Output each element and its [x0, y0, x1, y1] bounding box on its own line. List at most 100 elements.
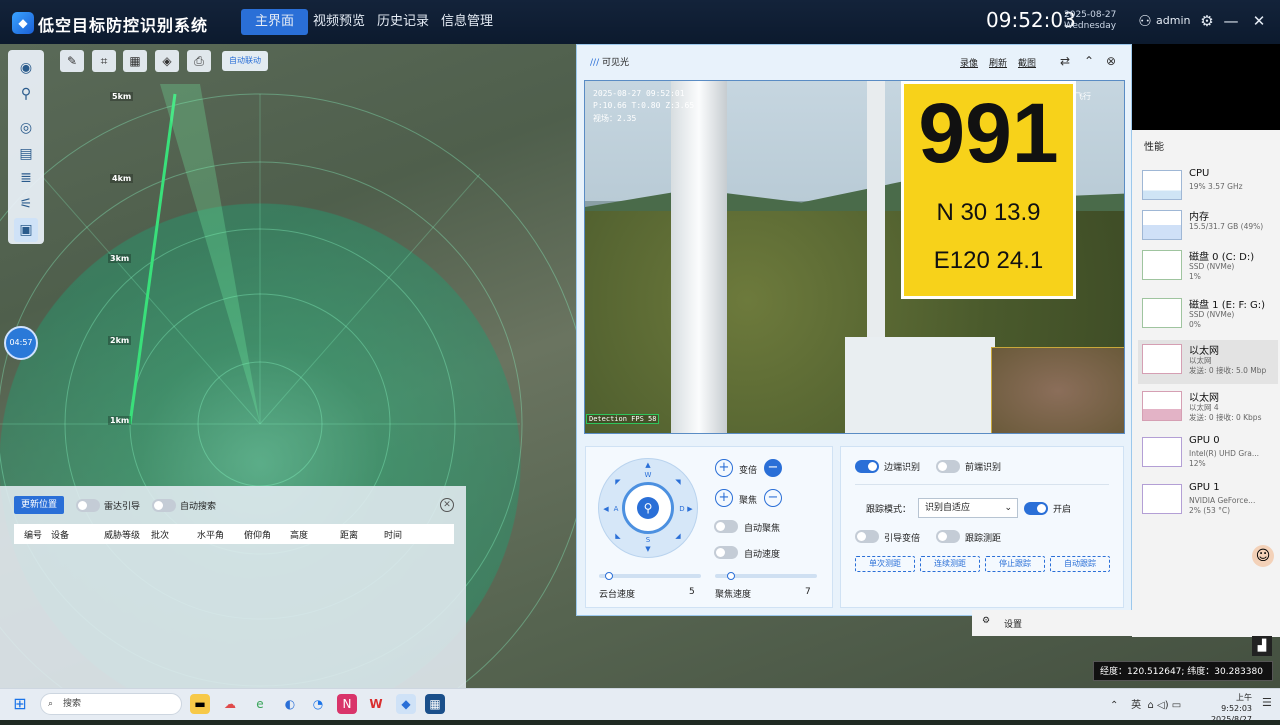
perf-settings[interactable]: ⚙ 设置 — [972, 610, 1132, 636]
perf-item-cpu[interactable]: CPU 19% 3.57 GHz — [1138, 166, 1278, 210]
continuous-range-button[interactable]: 连续测距 — [920, 556, 980, 572]
perf-item-disk0[interactable]: 磁盘 0 (C: D:) SSD (NVMe) 1% — [1138, 246, 1278, 290]
zoom-in-button[interactable]: + — [715, 459, 733, 477]
search-icon: ⌕ — [48, 699, 54, 709]
radar-icon[interactable]: ◉ — [14, 56, 38, 80]
focus-speed-slider[interactable] — [715, 572, 817, 580]
dir-upright-icon[interactable]: ◥ — [672, 478, 684, 486]
perf-name: 以太网 — [1189, 346, 1219, 357]
joystick-knob-icon[interactable]: ⚲ — [637, 497, 659, 519]
username[interactable]: admin — [1156, 14, 1190, 27]
edit-area-icon[interactable]: ▤ — [14, 142, 38, 166]
nav-video-preview[interactable]: 视频预览 — [307, 9, 371, 35]
stack-icon[interactable]: ◈ — [155, 50, 179, 72]
panel-close-icon[interactable]: ✕ — [440, 498, 454, 512]
perf-item-gpu1[interactable]: GPU 1 NVIDIA GeForce... 2% (53 °C) — [1138, 480, 1278, 524]
battery-icon[interactable]: ▭ — [1172, 700, 1181, 711]
focus-speed-knob[interactable] — [727, 572, 735, 580]
col-elevation: 俯仰角 — [244, 531, 272, 541]
guide-icon[interactable]: ⚲ — [14, 82, 38, 106]
auto-track-button[interactable]: 自动跟踪 — [1050, 556, 1110, 572]
chart-icon[interactable]: ▟ — [1252, 636, 1272, 656]
stop-track-button[interactable]: 停止跟踪 — [985, 556, 1045, 572]
auto-focus-toggle[interactable] — [714, 520, 738, 533]
track-enable-toggle[interactable] — [1024, 502, 1048, 515]
perf-sub: SSD (NVMe) 0% — [1189, 310, 1235, 329]
update-position-button[interactable]: 更新位置 — [14, 496, 64, 514]
media-app-icon[interactable]: N — [337, 694, 357, 714]
dir-up-icon[interactable]: ▲ — [642, 461, 654, 469]
settings-icon[interactable]: ⚙ — [1198, 12, 1216, 30]
ptz-speed-knob[interactable] — [605, 572, 613, 580]
perf-title: 性能 — [1144, 142, 1164, 153]
title-mark-icon: /// — [590, 58, 600, 68]
taskbar-clock[interactable]: 上午 9:52:03 2025/8/27 — [1208, 692, 1252, 725]
auto-search-toggle[interactable] — [152, 499, 176, 512]
edge-icon[interactable]: ◔ — [308, 694, 328, 714]
minimize-icon[interactable]: — — [1222, 12, 1240, 30]
collapse-icon[interactable]: ⌃ — [1082, 54, 1096, 68]
system-tray: ⌃ 英 ⌂ ◁) ▭ — [1110, 696, 1181, 711]
windows-start-icon[interactable]: ⊞ — [10, 694, 30, 714]
ptz-speed-label: 云台速度 — [599, 590, 636, 600]
file-explorer-icon[interactable]: ▬ — [190, 694, 210, 714]
single-range-button[interactable]: 单次测距 — [855, 556, 915, 572]
dir-w-label: W — [644, 471, 652, 479]
record-link[interactable]: 录像 — [960, 56, 978, 69]
perf-item-memory[interactable]: 内存 15.5/31.7 GB (49%) — [1138, 206, 1278, 250]
taskbar-search[interactable]: ⌕ 搜索 — [40, 693, 182, 715]
front-detect-toggle[interactable] — [936, 460, 960, 473]
nav-main[interactable]: 主界面 — [241, 9, 309, 35]
layers-icon[interactable]: ≣ — [14, 166, 38, 190]
video-close-icon[interactable]: ⊗ — [1104, 54, 1118, 68]
refresh-link[interactable]: 刷新 — [989, 56, 1007, 69]
dir-down-icon[interactable]: ▼ — [642, 545, 654, 553]
perf-item-disk1[interactable]: 磁盘 1 (E: F: G:) SSD (NVMe) 0% — [1138, 294, 1278, 338]
track-range-toggle[interactable] — [936, 530, 960, 543]
target-icon[interactable]: ◎ — [14, 116, 38, 140]
radar-guide-toggle[interactable] — [76, 499, 100, 512]
cloud-app-icon[interactable]: ☁ — [220, 694, 240, 714]
monitor-app-icon[interactable]: ▦ — [425, 694, 445, 714]
track-mode-value: 识别自适应 — [925, 503, 971, 513]
perf-item-ethernet[interactable]: 以太网 以太网 发送: 0 接收: 5.0 Mbp — [1138, 340, 1278, 384]
screenshot-link[interactable]: 截图 — [1018, 56, 1036, 69]
countdown-timer[interactable]: 04:57 — [4, 326, 38, 360]
app-icon[interactable]: ◐ — [280, 694, 300, 714]
video-feed[interactable]: 991 N 30 13.9 E120 24.1 2025-08-27 09:52… — [584, 80, 1125, 434]
ptz-speed-slider[interactable] — [599, 572, 701, 580]
camera-icon[interactable]: ⎙ — [187, 50, 211, 72]
frame-icon[interactable]: ⌗ — [92, 50, 116, 72]
measure-icon[interactable]: ⚟ — [14, 192, 38, 216]
notification-icon[interactable]: ☰ — [1262, 696, 1272, 709]
volume-icon[interactable]: ◁) — [1157, 700, 1169, 711]
security-app-icon[interactable]: ◆ — [396, 694, 416, 714]
assistant-avatar-icon[interactable]: ☺ — [1252, 545, 1274, 567]
tray-chevron-icon[interactable]: ⌃ — [1110, 700, 1118, 711]
auto-link-button[interactable]: 自动联动 — [222, 51, 268, 71]
dir-upleft-icon[interactable]: ◤ — [612, 478, 624, 486]
nav-history[interactable]: 历史记录 — [371, 9, 435, 35]
network-icon[interactable]: ⌂ — [1147, 700, 1153, 711]
dir-downleft-icon[interactable]: ◣ — [612, 532, 624, 540]
monitor-icon[interactable]: ▣ — [14, 218, 38, 242]
nav-info-manage[interactable]: 信息管理 — [435, 9, 499, 35]
edge-detect-toggle[interactable] — [855, 460, 879, 473]
zoom-out-button[interactable]: − — [764, 459, 782, 477]
ruler-icon[interactable]: ✎ — [60, 50, 84, 72]
perf-item-ethernet4[interactable]: 以太网 以太网 4 发送: 0 接收: 0 Kbps — [1138, 387, 1278, 431]
focus-in-button[interactable]: + — [715, 489, 733, 507]
dir-downright-icon[interactable]: ◢ — [672, 532, 684, 540]
browser-e-icon[interactable]: e — [250, 694, 270, 714]
video-title: /// 可见光 — [590, 55, 629, 68]
track-mode-select[interactable]: 识别自适应 ⌄ — [918, 498, 1018, 518]
focus-out-button[interactable]: − — [764, 489, 782, 507]
auto-speed-toggle[interactable] — [714, 546, 738, 559]
wps-icon[interactable]: W — [366, 694, 386, 714]
ime-indicator[interactable]: 英 — [1131, 700, 1141, 711]
close-icon[interactable]: ✕ — [1250, 12, 1268, 30]
table-icon[interactable]: ▦ — [123, 50, 147, 72]
guide-zoom-toggle[interactable] — [855, 530, 879, 543]
perf-item-gpu0[interactable]: GPU 0 Intel(R) UHD Gra... 12% — [1138, 433, 1278, 477]
swap-icon[interactable]: ⇄ — [1058, 54, 1072, 68]
